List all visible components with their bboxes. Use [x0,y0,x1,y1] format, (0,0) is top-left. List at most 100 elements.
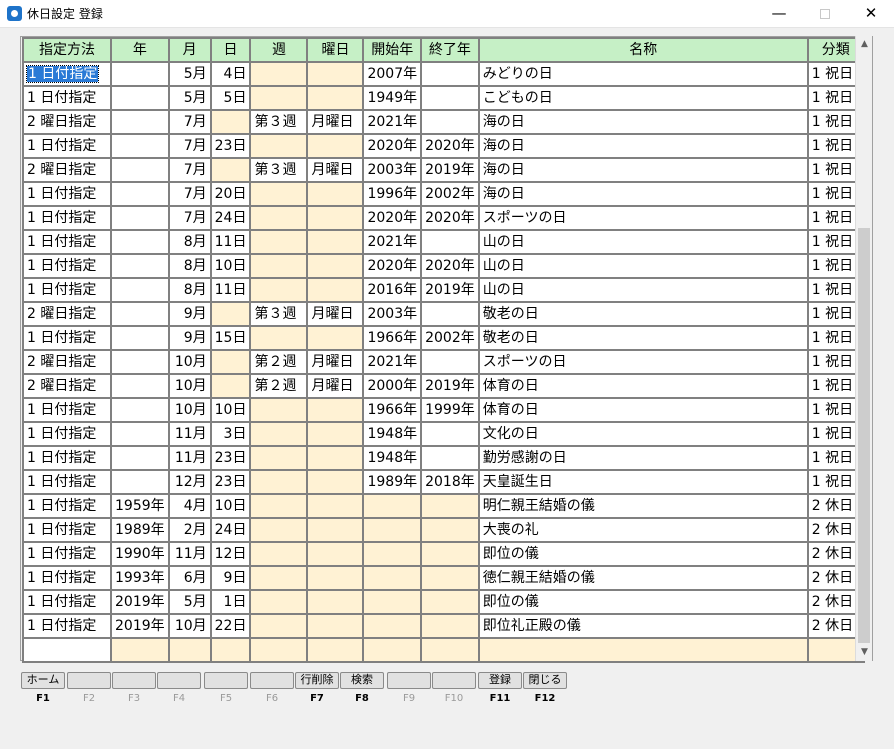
cell-week[interactable]: 第３週 [249,301,309,327]
cell-week[interactable] [249,469,309,495]
fkey-button-f7[interactable]: 行削除 [295,672,339,689]
fkey-button-f4[interactable] [157,672,201,689]
cell-end-year[interactable] [420,421,480,447]
cell-day[interactable]: 3日 [209,421,252,447]
cell-year[interactable] [110,469,170,495]
cell-name[interactable]: 海の日 [477,157,809,183]
cell-method[interactable]: 1 日付指定 [22,61,112,87]
cell-end-year[interactable]: 2019年 [420,373,480,399]
cell-day[interactable]: 5日 [209,85,252,111]
cell-start-year[interactable]: 1949年 [362,85,423,111]
cell-start-year[interactable]: 2021年 [362,349,423,375]
cell-weekday[interactable] [306,445,365,471]
cell-start-year[interactable]: 2020年 [362,253,423,279]
cell-day[interactable]: 20日 [209,181,252,207]
cell-weekday[interactable]: 月曜日 [306,157,365,183]
cell-method[interactable]: 1 日付指定 [22,325,112,351]
cell-method[interactable]: 1 日付指定 [22,589,112,615]
cell-start-year[interactable]: 1966年 [362,397,423,423]
cell-weekday[interactable] [306,493,365,519]
cell-end-year[interactable] [420,565,480,591]
cell-weekday[interactable] [306,205,365,231]
cell-start-year[interactable]: 2007年 [362,61,423,87]
cell-month[interactable]: 4月 [167,493,212,519]
cell-method[interactable]: 2 曜日指定 [22,157,112,183]
cell-month[interactable]: 7月 [167,133,212,159]
cell-month[interactable]: 8月 [167,229,212,255]
cell-name[interactable]: スポーツの日 [477,349,809,375]
cell-weekday[interactable] [306,133,365,159]
cell-year[interactable] [110,253,170,279]
cell-year[interactable]: 1989年 [110,517,170,543]
cell-week[interactable]: 第３週 [249,109,309,135]
cell-method[interactable]: 2 曜日指定 [22,109,112,135]
cell-name[interactable]: みどりの日 [477,61,809,87]
cell-year[interactable] [110,181,170,207]
cell-year[interactable]: 1990年 [110,541,170,567]
cell-method[interactable]: 1 日付指定 [22,517,112,543]
cell-weekday[interactable] [306,517,365,543]
cell-week[interactable] [249,421,309,447]
cell-year[interactable] [110,277,170,303]
cell-week[interactable] [249,397,309,423]
cell-year[interactable] [110,157,170,183]
cell-month[interactable]: 7月 [167,109,212,135]
cell-day[interactable] [209,373,252,399]
cell-end-year[interactable] [420,517,480,543]
cell-name[interactable]: 海の日 [477,133,809,159]
cell-year[interactable]: 1959年 [110,493,170,519]
cell-day[interactable] [209,301,252,327]
cell-week[interactable] [249,637,309,663]
cell-end-year[interactable]: 2020年 [420,253,480,279]
cell-start-year[interactable]: 1948年 [362,445,423,471]
cell-end-year[interactable] [420,61,480,87]
table-row[interactable]: 2 曜日指定 10月 第２週 月曜日 2000年 2019年 体育の日 1 祝日 [22,373,865,399]
cell-method[interactable]: 1 日付指定 [22,205,112,231]
cell-month[interactable]: 10月 [167,373,212,399]
cell-day[interactable]: 4日 [209,61,252,87]
cell-week[interactable] [249,253,309,279]
cell-month[interactable]: 9月 [167,325,212,351]
cell-day[interactable] [209,349,252,375]
cell-month[interactable]: 8月 [167,277,212,303]
cell-end-year[interactable]: 2018年 [420,469,480,495]
cell-start-year[interactable]: 1948年 [362,421,423,447]
table-row[interactable]: 1 日付指定 10月 10日 1966年 1999年 体育の日 1 祝日 [22,397,865,423]
cell-end-year[interactable]: 2002年 [420,325,480,351]
cell-start-year[interactable]: 2021年 [362,229,423,255]
fkey-button-f10[interactable] [432,672,476,689]
cell-weekday[interactable] [306,469,365,495]
cell-start-year[interactable]: 2020年 [362,133,423,159]
cell-year[interactable] [110,229,170,255]
table-row[interactable]: 1 日付指定 1990年 11月 12日 即位の儀 2 休日 [22,541,865,567]
vertical-scrollbar[interactable]: ▲ ▼ [855,36,872,661]
cell-method[interactable]: 1 日付指定 [22,85,112,111]
fkey-button-f8[interactable]: 検索 [340,672,384,689]
cell-start-year[interactable] [362,565,423,591]
cell-year[interactable]: 2019年 [110,613,170,639]
cell-year[interactable] [110,133,170,159]
cell-week[interactable] [249,613,309,639]
cell-name[interactable] [477,637,809,663]
cell-day[interactable]: 23日 [209,445,252,471]
cell-week[interactable] [249,565,309,591]
cell-year[interactable] [110,397,170,423]
table-row[interactable]: 1 日付指定 7月 23日 2020年 2020年 海の日 1 祝日 [22,133,865,159]
cell-start-year[interactable] [362,541,423,567]
cell-method[interactable]: 1 日付指定 [22,541,112,567]
cell-year[interactable] [110,445,170,471]
cell-start-year[interactable]: 2020年 [362,205,423,231]
cell-week[interactable] [249,61,309,87]
table-row[interactable]: 1 日付指定 1989年 2月 24日 大喪の礼 2 休日 [22,517,865,543]
cell-end-year[interactable] [420,301,480,327]
table-row[interactable]: 1 日付指定 8月 11日 2016年 2019年 山の日 1 祝日 [22,277,865,303]
cell-year[interactable] [110,421,170,447]
cell-end-year[interactable] [420,637,480,663]
cell-month[interactable]: 11月 [167,421,212,447]
cell-day[interactable] [209,157,252,183]
cell-week[interactable] [249,445,309,471]
fkey-button-f6[interactable] [250,672,294,689]
cell-weekday[interactable] [306,277,365,303]
cell-start-year[interactable] [362,517,423,543]
cell-name[interactable]: こどもの日 [477,85,809,111]
